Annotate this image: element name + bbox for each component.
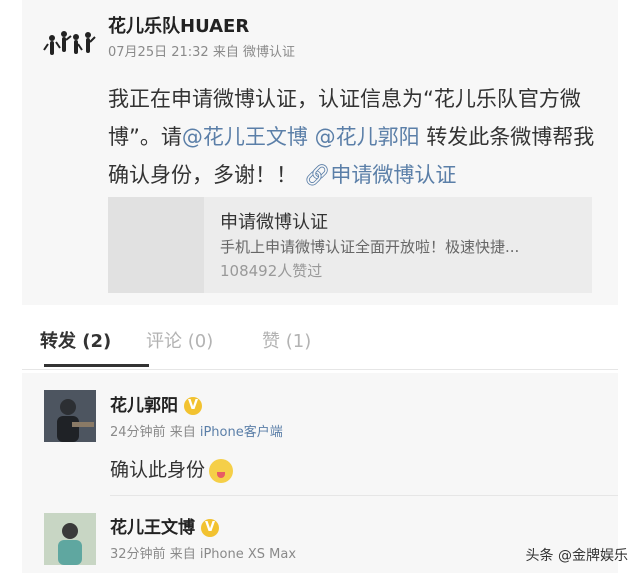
avatar[interactable] [44, 390, 96, 442]
reply-meta: 32分钟前 来自 iPhone XS Max [110, 543, 296, 562]
reply-time: 24分钟前 [110, 425, 166, 440]
post-content: 我正在申请微博认证，认证信息为“花儿乐队官方微博”。请@花儿王文博 @花儿郭阳 … [108, 80, 596, 194]
link-icon: 🔗︎ [303, 163, 331, 187]
band-avatar[interactable] [42, 20, 98, 72]
divider [110, 495, 618, 496]
reply-author-name: 花儿郭阳 [110, 396, 178, 416]
reply-source[interactable]: iPhone客户端 [200, 425, 283, 440]
reply-from: 来自 [169, 425, 196, 440]
watermark: 头条 @金牌娱乐 [525, 548, 628, 564]
card-thumbnail [108, 197, 204, 293]
active-tab-indicator [44, 364, 149, 367]
reply-author-name: 花儿王文博 [110, 518, 195, 538]
card-likes: 108492人赞过 [220, 262, 323, 280]
post-author[interactable]: 花儿乐队HUAER [108, 12, 249, 38]
reply-meta: 24分钟前 来自 iPhone客户端 [110, 421, 283, 440]
reply-author[interactable]: 花儿郭阳 V [110, 391, 202, 416]
reply-source[interactable]: iPhone XS Max [200, 547, 296, 562]
verified-badge-icon: V [184, 397, 202, 415]
mention-wangwenbo[interactable]: @花儿王文博 [182, 125, 308, 149]
repost-list: 花儿郭阳 V 24分钟前 来自 iPhone客户端 确认此身份 花儿王文博 V 32… [22, 373, 618, 573]
card-title: 申请微博认证 [220, 212, 328, 233]
reply-author[interactable]: 花儿王文博 V [110, 513, 219, 538]
avatar[interactable] [44, 513, 96, 565]
link-label: 申请微博认证 [330, 163, 457, 187]
tab-reposts[interactable]: 转发 (2) [40, 327, 111, 353]
link-card[interactable]: 申请微博认证 手机上申请微博认证全面开放啦！极速快捷... 108492人赞过 [108, 197, 592, 293]
post-meta: 07月25日 21:32 来自 微博认证 [108, 45, 295, 60]
face-emoji-icon [209, 458, 234, 483]
verified-badge-icon: V [201, 519, 219, 537]
tab-likes[interactable]: 赞 (1) [262, 327, 311, 353]
list-item: 花儿郭阳 V 24分钟前 来自 iPhone客户端 确认此身份 [22, 373, 618, 493]
tab-comments[interactable]: 评论 (0) [146, 327, 213, 353]
reply-from: 来自 [169, 547, 196, 562]
tab-bar: 转发 (2) 评论 (0) 赞 (1) [22, 315, 618, 370]
apply-verification-link[interactable]: 🔗︎申请微博认证 [304, 163, 457, 187]
mention-guoyang[interactable]: @花儿郭阳 [315, 125, 420, 149]
card-description: 手机上申请微博认证全面开放啦！极速快捷... [220, 238, 520, 256]
reply-text-content: 确认此身份 [110, 459, 206, 481]
reply-text: 确认此身份 [110, 455, 234, 483]
reply-time: 32分钟前 [110, 547, 166, 562]
